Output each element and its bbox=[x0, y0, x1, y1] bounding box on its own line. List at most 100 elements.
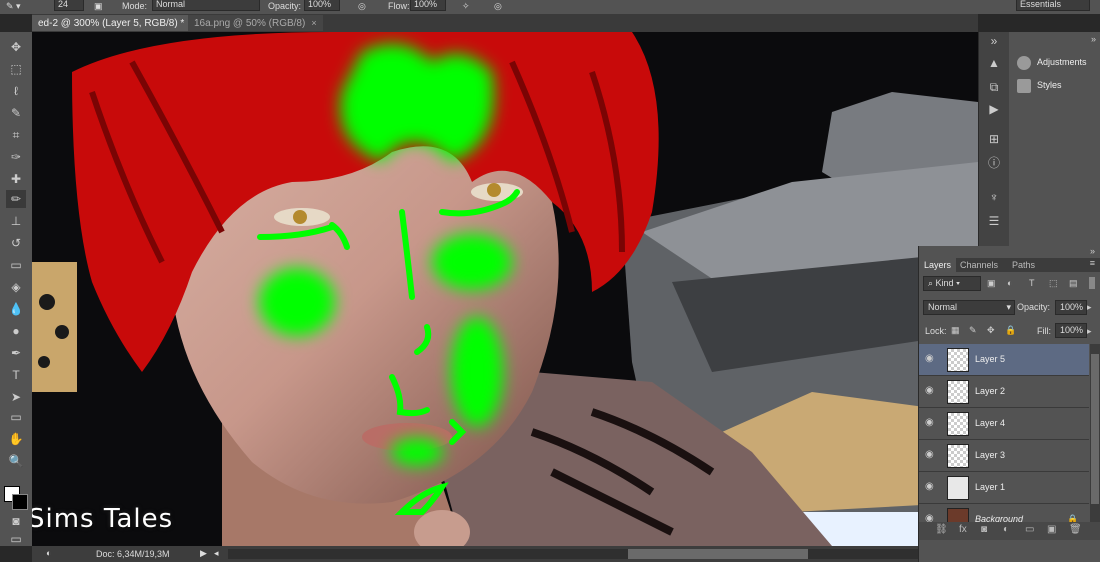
panel-icon-dock: » ▲ ⧉ ▶ ⊞ ⓘ ♆ ☰ bbox=[978, 32, 1009, 246]
brush-preset-icon[interactable]: ✎ ▾ bbox=[6, 0, 21, 12]
zoom-tool-icon[interactable]: 🔍 bbox=[6, 452, 26, 470]
hand-tool-icon[interactable]: ✋ bbox=[6, 430, 26, 448]
airbrush-icon[interactable]: ✧ bbox=[462, 0, 470, 12]
new-layer-icon[interactable]: ▣ bbox=[1047, 524, 1056, 535]
layer-style-icon[interactable]: fx bbox=[959, 524, 967, 535]
collapse-icon[interactable]: » bbox=[1091, 34, 1096, 44]
tab-document-active[interactable]: ed-2 @ 300% (Layer 5, RGB/8) *× bbox=[32, 15, 202, 31]
collapse-icon[interactable]: » bbox=[985, 32, 1003, 50]
brush-size-field[interactable]: 24 bbox=[54, 0, 84, 11]
lock-image-icon[interactable]: ✎ bbox=[969, 325, 977, 336]
panel-menu-icon[interactable]: ≡ bbox=[1090, 258, 1095, 268]
actions-icon[interactable]: ▶ bbox=[985, 100, 1003, 118]
tab-label: 16a.png @ 50% (RGB/8) bbox=[194, 18, 306, 29]
document-canvas[interactable]: Sims Tales bbox=[32, 32, 978, 546]
opacity-field[interactable]: 100% bbox=[304, 0, 340, 11]
tab-paths[interactable]: Paths bbox=[1007, 258, 1040, 272]
kind-filter-select[interactable]: ⌕ Kind ▾ bbox=[923, 276, 981, 291]
adjustments-item[interactable]: Adjustments bbox=[1017, 52, 1087, 72]
paint-bucket-tool-icon[interactable]: ◈ bbox=[6, 278, 26, 296]
flow-field[interactable]: 100% bbox=[410, 0, 446, 11]
link-layers-icon[interactable]: ⛓ bbox=[935, 524, 948, 535]
layer-fill-field[interactable]: 100% bbox=[1055, 323, 1087, 338]
filter-type-icon[interactable]: T bbox=[1029, 278, 1035, 288]
eye-icon[interactable]: ◉ bbox=[925, 482, 937, 492]
workspace-select[interactable]: Essentials bbox=[1016, 0, 1090, 11]
tab-document-16a[interactable]: 16a.png @ 50% (RGB/8) × bbox=[188, 15, 323, 31]
history-brush-tool-icon[interactable]: ↺ bbox=[6, 234, 26, 252]
healing-brush-tool-icon[interactable]: ✚ bbox=[6, 170, 26, 188]
fill-dropdown-arrow[interactable]: ▸ bbox=[1087, 326, 1092, 337]
marquee-tool-icon[interactable]: ⬚ bbox=[6, 60, 26, 78]
eye-icon[interactable]: ◉ bbox=[925, 450, 937, 460]
layer-name: Layer 5 bbox=[975, 354, 1006, 364]
eyedropper-tool-icon[interactable]: ✑ bbox=[6, 148, 26, 166]
brush-presets-icon[interactable]: ⊞ bbox=[985, 130, 1003, 148]
info-icon[interactable]: ⓘ bbox=[985, 154, 1003, 172]
pressure-opacity-icon[interactable]: ◎ bbox=[358, 0, 366, 12]
brush-panel-icon[interactable]: ▣ bbox=[94, 0, 103, 12]
eraser-tool-icon[interactable]: ▭ bbox=[6, 256, 26, 274]
horizontal-scrollbar[interactable] bbox=[228, 549, 958, 559]
styles-item[interactable]: Styles bbox=[1017, 75, 1062, 95]
blend-mode-select[interactable]: Normal ▾ bbox=[923, 300, 1015, 315]
add-mask-icon[interactable]: ◙ bbox=[981, 524, 987, 535]
filter-shape-icon[interactable]: ⬚ bbox=[1049, 278, 1058, 289]
histogram-icon[interactable]: ▲ bbox=[985, 54, 1003, 72]
mode-select[interactable]: Normal bbox=[152, 0, 260, 11]
move-tool-icon[interactable]: ✥ bbox=[6, 38, 26, 56]
opacity-dropdown-arrow[interactable]: ▸ bbox=[1087, 302, 1092, 313]
type-tool-icon[interactable]: T bbox=[6, 366, 26, 384]
layer-row[interactable]: ◉ Layer 5 bbox=[919, 344, 1089, 376]
status-menu-arrow[interactable]: ▶ bbox=[200, 548, 207, 559]
opacity-label: Opacity: bbox=[268, 1, 302, 11]
background-color-swatch[interactable] bbox=[12, 494, 28, 510]
clone-stamp-tool-icon[interactable]: ⊥ bbox=[6, 212, 26, 230]
quick-mask-icon[interactable]: ◙ bbox=[6, 512, 26, 530]
lock-all-icon[interactable]: 🔒 bbox=[1005, 325, 1016, 336]
zoom-icon[interactable]: ◐ bbox=[46, 548, 51, 558]
adjustments-styles-panel: » Adjustments Styles bbox=[1009, 32, 1100, 246]
layers-scrollbar[interactable] bbox=[1090, 344, 1100, 522]
layer-row[interactable]: ◉ Layer 4 bbox=[919, 408, 1089, 440]
brush-tool-icon[interactable]: ✏ bbox=[6, 190, 26, 208]
filter-pixel-icon[interactable]: ▣ bbox=[987, 278, 996, 289]
left-scroll-arrow[interactable]: ◂ bbox=[214, 548, 219, 559]
tool-presets-icon[interactable]: ☰ bbox=[985, 212, 1003, 230]
close-icon[interactable]: × bbox=[311, 18, 316, 28]
delete-layer-icon[interactable]: 🗑 bbox=[1069, 524, 1082, 535]
layer-opacity-field[interactable]: 100% bbox=[1055, 300, 1087, 315]
layers-scrollbar-thumb[interactable] bbox=[1091, 354, 1099, 504]
layer-row[interactable]: ◉ Layer 3 bbox=[919, 440, 1089, 472]
history-icon[interactable]: ⧉ bbox=[985, 78, 1003, 96]
lock-position-icon[interactable]: ✥ bbox=[987, 325, 995, 336]
tools-panel: ✥ ⬚ ℓ ✎ ⌗ ✑ ✚ ✏ ⊥ ↺ ▭ ◈ 💧 ● ✒ T ➤ ▭ ✋ 🔍 … bbox=[0, 32, 32, 546]
pressure-size-icon[interactable]: ◎ bbox=[494, 0, 502, 12]
new-group-icon[interactable]: ▭ bbox=[1025, 524, 1034, 535]
quick-select-tool-icon[interactable]: ✎ bbox=[6, 104, 26, 122]
scrollbar-thumb[interactable] bbox=[628, 549, 808, 559]
lock-transparent-icon[interactable]: ▦ bbox=[951, 325, 960, 336]
eye-icon[interactable]: ◉ bbox=[925, 354, 937, 364]
eye-icon[interactable]: ◉ bbox=[925, 418, 937, 428]
filter-toggle[interactable] bbox=[1089, 277, 1095, 289]
dodge-tool-icon[interactable]: ● bbox=[6, 322, 26, 340]
blur-tool-icon[interactable]: 💧 bbox=[6, 300, 26, 318]
layer-row[interactable]: ◉ Background 🔒 bbox=[919, 504, 1089, 523]
tab-channels[interactable]: Channels bbox=[955, 258, 1003, 272]
eye-icon[interactable]: ◉ bbox=[925, 386, 937, 396]
brush-panel-icon[interactable]: ♆ bbox=[985, 188, 1003, 206]
shape-tool-icon[interactable]: ▭ bbox=[6, 408, 26, 426]
pen-tool-icon[interactable]: ✒ bbox=[6, 344, 26, 362]
screen-mode-icon[interactable]: ▭ bbox=[6, 530, 26, 548]
layer-row[interactable]: ◉ Layer 1 bbox=[919, 472, 1089, 504]
crop-tool-icon[interactable]: ⌗ bbox=[6, 126, 26, 144]
tab-layers[interactable]: Layers bbox=[919, 258, 957, 272]
layer-row[interactable]: ◉ Layer 2 bbox=[919, 376, 1089, 408]
filter-smart-object-icon[interactable]: ▤ bbox=[1069, 278, 1078, 289]
adjustment-layer-icon[interactable]: ◐ bbox=[1003, 524, 1009, 535]
filter-adjustment-icon[interactable]: ◐ bbox=[1007, 278, 1012, 288]
lasso-tool-icon[interactable]: ℓ bbox=[6, 82, 26, 100]
collapse-icon[interactable]: » bbox=[1090, 246, 1095, 256]
path-select-tool-icon[interactable]: ➤ bbox=[6, 388, 26, 406]
